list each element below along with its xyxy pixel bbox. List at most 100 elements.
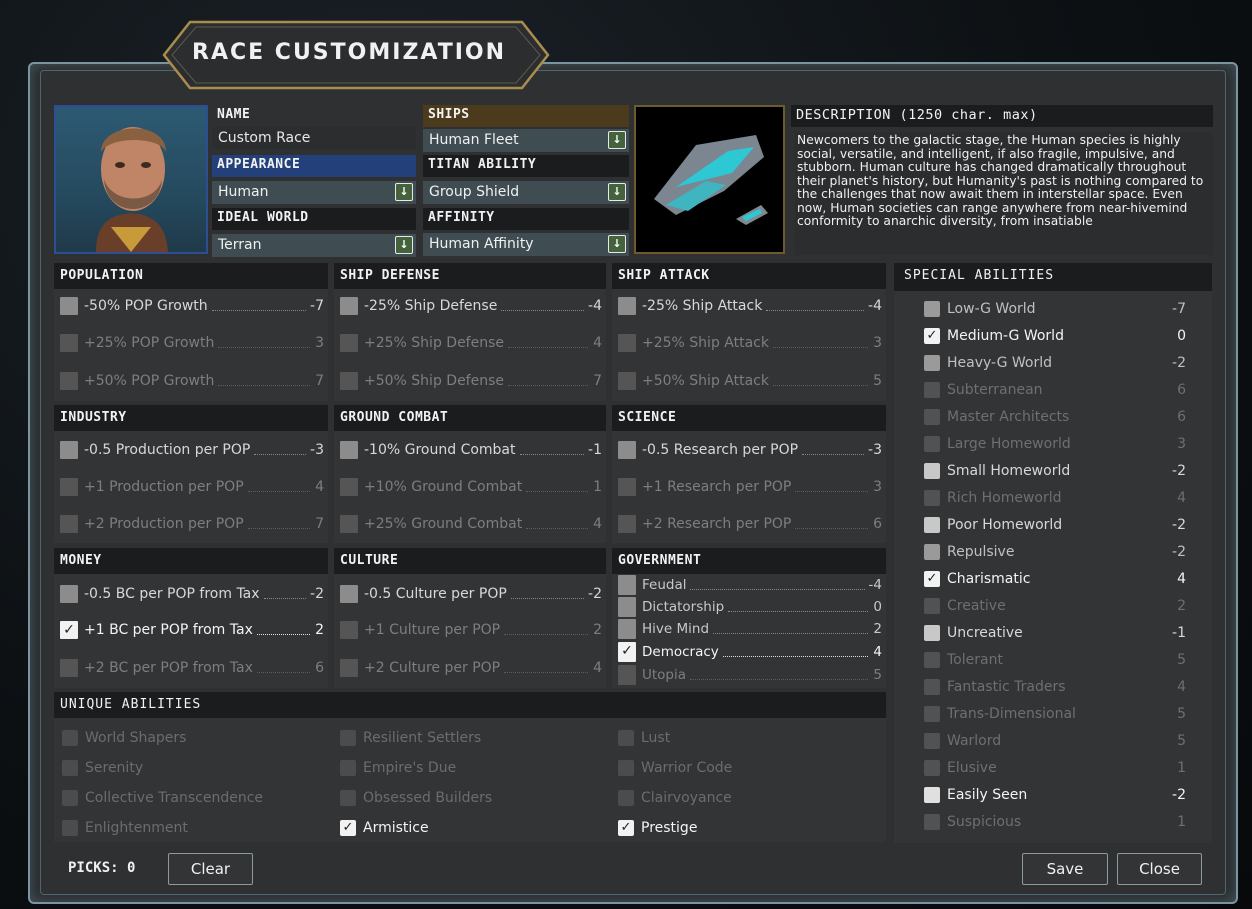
special-ability-item[interactable]: Fantastic Traders 4 xyxy=(924,676,1186,698)
trait-row[interactable]: +2 Culture per POP 4 xyxy=(340,657,602,679)
special-ability-item[interactable]: Warlord 5 xyxy=(924,730,1186,752)
trait-row[interactable]: +2 BC per POP from Tax 6 xyxy=(60,657,324,679)
special-ability-item[interactable]: Uncreative -1 xyxy=(924,622,1186,644)
special-ability-item[interactable]: Heavy-G World -2 xyxy=(924,352,1186,374)
trait-row[interactable]: +25% Ground Combat 4 xyxy=(340,513,602,535)
description-textarea[interactable]: Newcomers to the galactic stage, the Hum… xyxy=(795,132,1213,255)
trait-row[interactable]: +25% Ship Attack 3 xyxy=(618,332,882,354)
checkmark-icon[interactable]: ✓ xyxy=(924,571,940,587)
panel-title: SPECIAL ABILITIES xyxy=(894,263,1212,291)
trait-row[interactable]: +50% POP Growth 7 xyxy=(60,370,324,392)
trait-row[interactable]: +1 Research per POP 3 xyxy=(618,476,882,498)
trait-row[interactable]: +25% Ship Defense 4 xyxy=(340,332,602,354)
special-ability-item[interactable]: Suspicious 1 xyxy=(924,811,1186,833)
unique-ability-item[interactable]: ✓ Prestige xyxy=(618,817,697,839)
unique-ability-item[interactable]: Lust xyxy=(618,727,670,749)
special-ability-item[interactable]: Elusive 1 xyxy=(924,757,1186,779)
checkmark-icon[interactable]: ✓ xyxy=(924,328,940,344)
trait-row[interactable]: -25% Ship Attack -4 xyxy=(618,295,882,317)
special-ability-item[interactable]: Large Homeworld 3 xyxy=(924,433,1186,455)
special-ability-item[interactable]: Easily Seen -2 xyxy=(924,784,1186,806)
ship-icon xyxy=(654,135,768,225)
unique-ability-item[interactable]: Enlightenment xyxy=(62,817,188,839)
panel-title: GOVERNMENT xyxy=(612,548,886,574)
chevron-down-icon[interactable]: ↓ xyxy=(608,183,626,201)
affinity-value: Human Affinity xyxy=(429,236,534,252)
unique-ability-item[interactable]: Serenity xyxy=(62,757,143,779)
trait-row[interactable]: +10% Ground Combat 1 xyxy=(340,476,602,498)
special-ability-item[interactable]: Trans-Dimensional 5 xyxy=(924,703,1186,725)
chevron-down-icon[interactable]: ↓ xyxy=(608,131,626,149)
trait-row[interactable]: -0.5 Research per POP -3 xyxy=(618,439,882,461)
trait-row[interactable]: -50% POP Growth -7 xyxy=(60,295,324,317)
special-ability-item[interactable]: Master Architects 6 xyxy=(924,406,1186,428)
ships-select[interactable]: Human Fleet ↓ xyxy=(423,129,629,152)
special-ability-item[interactable]: Small Homeworld -2 xyxy=(924,460,1186,482)
government-row[interactable]: Dictatorship 0 xyxy=(618,597,882,617)
affinity-label: AFFINITY xyxy=(423,208,629,230)
trait-row[interactable]: +50% Ship Defense 7 xyxy=(340,370,602,392)
unique-ability-item[interactable]: Resilient Settlers xyxy=(340,727,481,749)
clear-button[interactable]: Clear xyxy=(168,853,253,885)
checkmark-icon[interactable]: ✓ xyxy=(618,642,636,662)
special-ability-item[interactable]: Rich Homeworld 4 xyxy=(924,487,1186,509)
ideal-world-label: IDEAL WORLD xyxy=(212,208,416,230)
chevron-down-icon[interactable]: ↓ xyxy=(395,236,413,254)
trait-row[interactable]: -0.5 Culture per POP -2 xyxy=(340,583,602,605)
checkmark-icon[interactable]: ✓ xyxy=(340,820,356,836)
unique-ability-item[interactable]: Warrior Code xyxy=(618,757,732,779)
ship-preview[interactable] xyxy=(634,105,785,254)
trait-row[interactable]: +50% Ship Attack 5 xyxy=(618,370,882,392)
government-row[interactable]: Hive Mind 2 xyxy=(618,619,882,639)
checkmark-icon[interactable]: ✓ xyxy=(60,621,78,639)
panel-title: POPULATION xyxy=(54,263,328,289)
appearance-select[interactable]: Human ↓ xyxy=(212,181,416,204)
special-ability-item[interactable]: Poor Homeworld -2 xyxy=(924,514,1186,536)
chevron-down-icon[interactable]: ↓ xyxy=(608,235,626,253)
trait-row[interactable]: -10% Ground Combat -1 xyxy=(340,439,602,461)
ships-value: Human Fleet xyxy=(429,132,519,148)
name-input[interactable]: Custom Race xyxy=(212,127,416,149)
trait-row[interactable]: +1 Production per POP 4 xyxy=(60,476,324,498)
trait-row[interactable]: +25% POP Growth 3 xyxy=(60,332,324,354)
trait-row[interactable]: +2 Research per POP 6 xyxy=(618,513,882,535)
special-ability-item[interactable]: Low-G World -7 xyxy=(924,298,1186,320)
affinity-select[interactable]: Human Affinity ↓ xyxy=(423,233,629,256)
panel-science: SCIENCE -0.5 Research per POP -3 +1 Resea… xyxy=(612,405,886,543)
trait-row[interactable]: -25% Ship Defense -4 xyxy=(340,295,602,317)
panel-ground-combat: GROUND COMBAT -10% Ground Combat -1 +10% … xyxy=(334,405,606,543)
special-ability-item[interactable]: Subterranean 6 xyxy=(924,379,1186,401)
unique-ability-item[interactable]: World Shapers xyxy=(62,727,186,749)
close-button[interactable]: Close xyxy=(1117,853,1202,885)
trait-row[interactable]: +2 Production per POP 7 xyxy=(60,513,324,535)
ideal-world-select[interactable]: Terran ↓ xyxy=(212,234,416,257)
special-ability-item[interactable]: ✓ Medium-G World 0 xyxy=(924,325,1186,347)
panel-government: GOVERNMENT Feudal -4 Dictatorship 0 Hive M… xyxy=(612,548,886,688)
special-ability-item[interactable]: ✓ Charismatic 4 xyxy=(924,568,1186,590)
unique-ability-item[interactable]: Clairvoyance xyxy=(618,787,732,809)
trait-row[interactable]: -0.5 Production per POP -3 xyxy=(60,439,324,461)
special-ability-item[interactable]: Tolerant 5 xyxy=(924,649,1186,671)
panel-title: SCIENCE xyxy=(612,405,886,431)
portrait-face-icon xyxy=(96,127,168,252)
special-ability-item[interactable]: Creative 2 xyxy=(924,595,1186,617)
panel-culture: CULTURE -0.5 Culture per POP -2 +1 Cultur… xyxy=(334,548,606,688)
unique-ability-item[interactable]: ✓ Armistice xyxy=(340,817,429,839)
government-row[interactable]: ✓ Democracy 4 xyxy=(618,642,882,662)
panel-industry: INDUSTRY -0.5 Production per POP -3 +1 Pr… xyxy=(54,405,328,543)
special-ability-item[interactable]: Repulsive -2 xyxy=(924,541,1186,563)
save-button[interactable]: Save xyxy=(1022,853,1108,885)
chevron-down-icon[interactable]: ↓ xyxy=(395,183,413,201)
trait-row[interactable]: +1 Culture per POP 2 xyxy=(340,619,602,641)
government-row[interactable]: Utopia 5 xyxy=(618,665,882,685)
race-portrait[interactable] xyxy=(54,105,208,254)
unique-ability-item[interactable]: Obsessed Builders xyxy=(340,787,492,809)
trait-row[interactable]: ✓ +1 BC per POP from Tax 2 xyxy=(60,619,324,641)
checkmark-icon[interactable]: ✓ xyxy=(618,820,634,836)
titan-ability-select[interactable]: Group Shield ↓ xyxy=(423,181,629,204)
unique-ability-item[interactable]: Empire's Due xyxy=(340,757,456,779)
picks-counter: PICKS: 0 xyxy=(68,860,136,876)
unique-ability-item[interactable]: Collective Transcendence xyxy=(62,787,263,809)
trait-row[interactable]: -0.5 BC per POP from Tax -2 xyxy=(60,583,324,605)
government-row[interactable]: Feudal -4 xyxy=(618,575,882,595)
